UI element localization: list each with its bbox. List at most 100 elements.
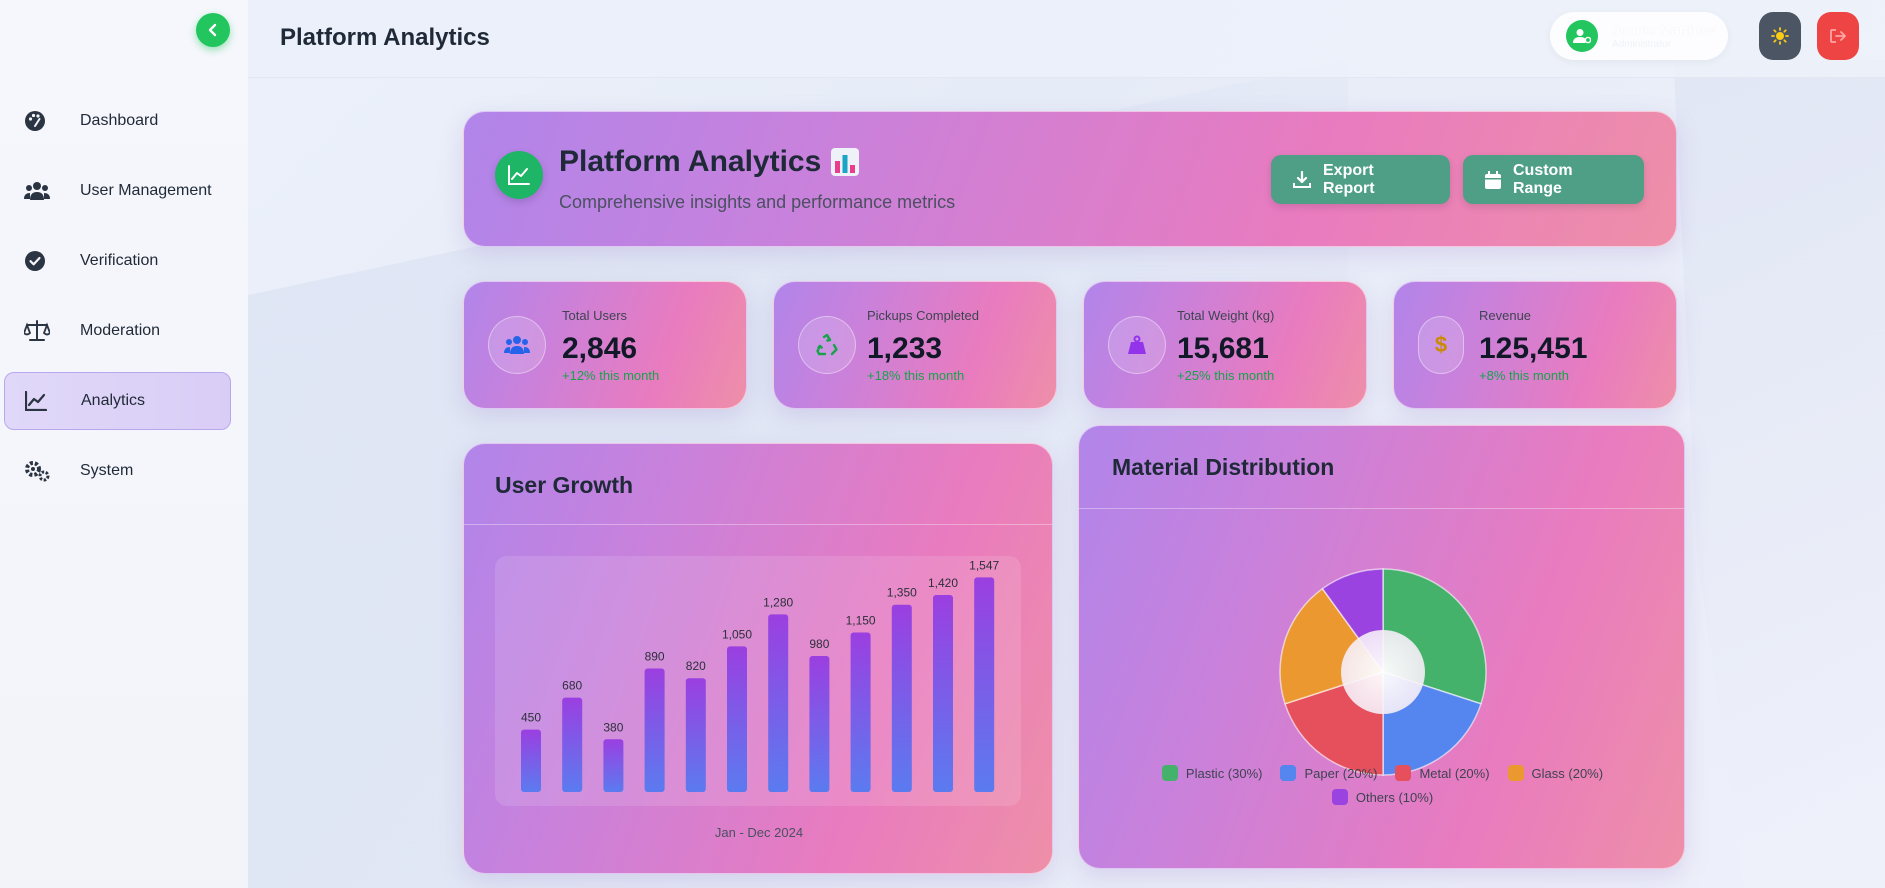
download-icon (1293, 170, 1311, 189)
user-role: Administrator (1612, 38, 1671, 50)
bar-chart-panel: 450 680 380 890 820 1,050 1,280 980 1,150 1,350 1,… (495, 556, 1021, 806)
bar-value-label: 1,547 (969, 558, 999, 572)
bar-value-label: 890 (645, 650, 665, 664)
bar-value-label: 380 (603, 720, 623, 734)
recycle-icon (798, 316, 856, 374)
scale-icon (24, 320, 58, 342)
sun-icon (1771, 27, 1789, 45)
hero-subtitle: Comprehensive insights and performance m… (559, 192, 956, 212)
bar-value-label: 1,150 (846, 613, 876, 627)
bar-aug[interactable] (809, 656, 830, 792)
sidebar-item-user-management[interactable]: User Management (4, 162, 231, 220)
stat-card-total-weight: Total Weight (kg) 15,681 +25% this month (1083, 281, 1367, 409)
legend-item[interactable]: Others (10%) (1331, 789, 1434, 805)
user-growth-title: User Growth (495, 472, 634, 498)
legend-item[interactable]: Paper (20%) (1280, 765, 1377, 781)
theme-toggle-button[interactable] (1759, 12, 1801, 60)
stat-label: Total Weight (kg) (1177, 308, 1275, 323)
pie-legend: Plastic (30%) Paper (20%) Metal (20%) Glass… (1079, 765, 1684, 805)
hero-title: Platform Analytics (559, 145, 822, 178)
gears-icon (24, 460, 58, 482)
check-circle-icon (24, 250, 58, 272)
custom-range-button[interactable]: Custom Range (1463, 155, 1644, 204)
users-icon (488, 316, 546, 374)
line-chart-icon (25, 391, 59, 411)
bar-value-label: 980 (809, 637, 829, 651)
sidebar: Dashboard User Management Verification M… (0, 0, 248, 888)
bar-value-label: 1,050 (722, 627, 752, 641)
legend-row: Plastic (30%) Paper (20%) Metal (20%) Glass… (1079, 765, 1684, 781)
donut-hole (1341, 630, 1425, 714)
dollar-icon: $ (1418, 316, 1464, 374)
legend-item[interactable]: Glass (20%) (1507, 765, 1603, 781)
stat-label: Revenue (1479, 308, 1532, 323)
bar-feb[interactable] (562, 697, 583, 792)
divider (464, 524, 1052, 525)
weight-icon (1108, 316, 1166, 374)
sidebar-item-label: User Management (80, 182, 212, 199)
legend-label: Others (10%) (1355, 789, 1434, 805)
legend-label: Plastic (30%) (1185, 765, 1263, 781)
custom-range-label: Custom Range (1513, 161, 1573, 197)
sidebar-item-label: Verification (80, 252, 159, 269)
bar-dec[interactable] (974, 577, 995, 792)
legend-swatch (1507, 765, 1524, 781)
bar-value-label: 1,420 (928, 576, 958, 590)
bar-oct[interactable] (891, 604, 912, 792)
page-title: Platform Analytics (280, 24, 490, 51)
legend-label: Paper (20%) (1304, 765, 1378, 781)
stat-value: 2,846 (562, 332, 638, 365)
user-profile-chip[interactable]: James Matthew Administrator (1550, 12, 1728, 60)
bar-value-label: 820 (686, 659, 706, 673)
legend-row: Others (10%) (1079, 789, 1684, 805)
sidebar-item-label: Moderation (80, 322, 161, 339)
material-distribution-card: Material Distribution Plastic (30%) Paper… (1078, 425, 1685, 869)
bar-value-label: 450 (521, 711, 541, 725)
stat-card-pickups-completed: Pickups Completed 1,233 +18% this month (773, 281, 1057, 409)
bar-chart-icon (830, 147, 860, 182)
bar-jan[interactable] (521, 729, 541, 792)
stat-label: Total Users (562, 308, 628, 323)
chart-caption: Jan - Dec 2024 (714, 825, 804, 840)
bar-value-label: 680 (562, 679, 582, 693)
background-shape (1673, 60, 1885, 888)
legend-label: Metal (20%) (1419, 765, 1490, 781)
stat-trend: +8% this month (1479, 368, 1569, 383)
bar-apr[interactable] (644, 668, 665, 792)
user-avatar-icon (1566, 20, 1598, 52)
sidebar-item-moderation[interactable]: Moderation (4, 302, 231, 360)
bar-mar[interactable] (603, 739, 624, 792)
bar-jun[interactable] (727, 646, 747, 792)
analytics-hero-card: Platform Analytics Comprehensive insight… (463, 111, 1677, 247)
calendar-icon (1485, 170, 1501, 189)
export-report-button[interactable]: Export Report (1271, 155, 1450, 204)
bar-nov[interactable] (933, 594, 953, 792)
bar-value-label: 1,280 (763, 595, 793, 609)
legend-swatch (1395, 765, 1412, 781)
stat-trend: +25% this month (1177, 368, 1275, 383)
bar-value-label: 1,350 (887, 586, 917, 600)
legend-item[interactable]: Metal (20%) (1395, 765, 1490, 781)
sidebar-item-dashboard[interactable]: Dashboard (4, 92, 231, 150)
legend-item[interactable]: Plastic (30%) (1161, 765, 1263, 781)
stat-card-total-users: Total Users 2,846 +12% this month (463, 281, 747, 409)
sidebar-item-label: System (80, 462, 134, 479)
bar-may[interactable] (685, 678, 706, 792)
sidebar-collapse-button[interactable] (196, 13, 230, 47)
stat-trend: +18% this month (867, 368, 965, 383)
sidebar-item-analytics[interactable]: Analytics (4, 372, 231, 430)
sidebar-item-label: Dashboard (80, 112, 159, 129)
logout-button[interactable] (1817, 12, 1859, 60)
sidebar-item-verification[interactable]: Verification (4, 232, 231, 290)
bar-jul[interactable] (768, 614, 789, 792)
stat-value: 125,451 (1479, 332, 1588, 365)
material-distribution-title: Material Distribution (1112, 454, 1335, 480)
sidebar-nav: Dashboard User Management Verification M… (4, 92, 231, 512)
logout-icon (1830, 29, 1846, 43)
chevron-left-icon (208, 23, 217, 37)
sidebar-item-system[interactable]: System (4, 442, 231, 500)
bar-sep[interactable] (850, 632, 871, 792)
legend-swatch (1280, 765, 1297, 781)
chart-line-icon (495, 151, 543, 199)
stat-value: 1,233 (867, 332, 943, 365)
